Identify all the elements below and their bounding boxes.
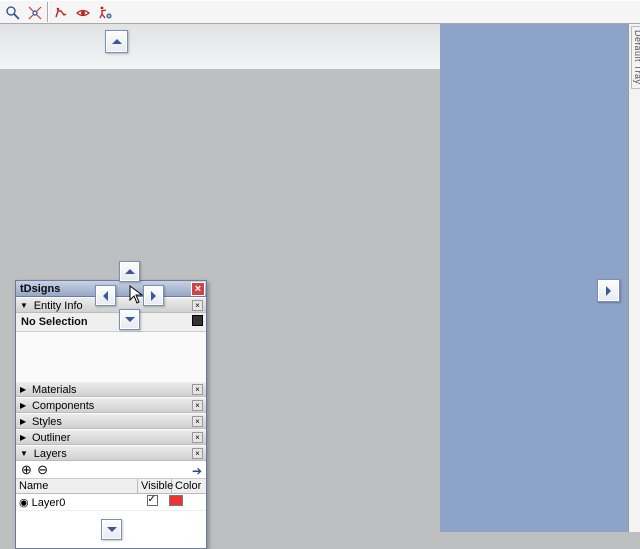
pin-icon[interactable]: [192, 315, 203, 326]
col-name[interactable]: Name: [16, 479, 138, 493]
entity-info-body: No Selection: [16, 313, 206, 381]
panel-close-button[interactable]: ×: [191, 282, 205, 296]
default-tray-tab[interactable]: Default Tray: [631, 26, 640, 89]
close-icon: ×: [195, 284, 201, 294]
layer-color-cell[interactable]: [169, 495, 203, 509]
look-around-icon: [75, 5, 91, 21]
dock-indicator-right[interactable]: [597, 279, 620, 302]
walk-tool[interactable]: [50, 2, 72, 24]
chevron-up-icon: [125, 269, 135, 274]
dock-cluster-up[interactable]: [119, 261, 140, 282]
look-around-tool[interactable]: [72, 2, 94, 24]
dock-indicator-top[interactable]: [105, 30, 128, 53]
zoom-icon: [5, 5, 21, 21]
entity-info-no-selection: No Selection: [16, 313, 206, 332]
panel-title-text: tDsigns: [20, 283, 60, 295]
layer-visible-cell[interactable]: [135, 495, 169, 509]
position-camera-icon: [97, 5, 113, 21]
dock-indicator-bottom-spacer[interactable]: [101, 519, 122, 540]
section-entity-info-close[interactable]: ×: [192, 300, 203, 311]
chevron-right-icon: ▶: [20, 398, 26, 414]
section-styles-close[interactable]: ×: [192, 416, 203, 427]
layers-tools: ⊕ ⊖ ➔: [16, 461, 206, 479]
chevron-right-icon: [606, 286, 611, 296]
dock-cluster-left[interactable]: [95, 285, 116, 306]
chevron-right-icon: ▶: [20, 382, 26, 398]
section-components-label: Components: [32, 400, 94, 412]
section-styles-header[interactable]: ▶ Styles ×: [16, 413, 206, 429]
col-color[interactable]: Color: [172, 479, 206, 493]
zoom-extents-tool[interactable]: [24, 2, 46, 24]
section-materials-header[interactable]: ▶ Materials ×: [16, 381, 206, 397]
zoom-extents-icon: [27, 5, 43, 21]
section-styles-label: Styles: [32, 416, 62, 428]
chevron-down-icon: [107, 527, 117, 532]
layers-menu-button[interactable]: ➔: [192, 464, 202, 478]
section-materials-close[interactable]: ×: [192, 384, 203, 395]
col-visible[interactable]: Visible: [138, 479, 172, 493]
toolbar: [0, 0, 640, 24]
chevron-right-icon: [151, 291, 156, 301]
active-layer-radio[interactable]: ◉: [19, 497, 29, 509]
zoom-tool[interactable]: [2, 2, 24, 24]
section-components-header[interactable]: ▶ Components ×: [16, 397, 206, 413]
floating-panel[interactable]: tDsigns × ▼ Entity Info × No Selection ▶…: [15, 280, 207, 549]
remove-layer-button[interactable]: ⊖: [36, 463, 49, 476]
section-outliner-label: Outliner: [32, 432, 71, 444]
checkbox-icon: [147, 495, 158, 506]
chevron-down-icon: ▼: [20, 298, 28, 314]
section-materials-label: Materials: [32, 384, 77, 396]
chevron-left-icon: [103, 291, 108, 301]
chevron-right-icon: ▶: [20, 414, 26, 430]
section-layers-header[interactable]: ▼ Layers ×: [16, 445, 206, 461]
chevron-down-icon: ▼: [20, 446, 28, 462]
section-components-close[interactable]: ×: [192, 400, 203, 411]
right-tray-strip: Default Tray: [628, 24, 640, 532]
dock-cluster-down[interactable]: [119, 309, 140, 330]
walk-icon: [53, 5, 69, 21]
toolbar-separator: [47, 2, 49, 22]
section-layers-label: Layers: [34, 448, 67, 460]
no-selection-text: No Selection: [21, 316, 88, 328]
chevron-down-icon: [125, 317, 135, 322]
panel-trailer: [16, 510, 206, 548]
chevron-up-icon: [112, 39, 122, 44]
layers-body: ⊕ ⊖ ➔ Name Visible Color ◉ Layer0: [16, 461, 206, 548]
section-outliner-header[interactable]: ▶ Outliner ×: [16, 429, 206, 445]
section-layers-close[interactable]: ×: [192, 448, 203, 459]
section-outliner-close[interactable]: ×: [192, 432, 203, 443]
layers-column-headers: Name Visible Color: [16, 479, 206, 494]
layer-name-text: Layer0: [32, 497, 66, 509]
layer-name-cell: ◉ Layer0: [19, 496, 135, 509]
chevron-right-icon: ▶: [20, 430, 26, 446]
dock-cluster-right[interactable]: [143, 285, 164, 306]
position-camera-tool[interactable]: [94, 2, 116, 24]
color-swatch: [169, 495, 183, 506]
add-layer-button[interactable]: ⊕: [20, 463, 33, 476]
layer-row[interactable]: ◉ Layer0: [16, 494, 206, 510]
section-entity-info-label: Entity Info: [34, 300, 83, 312]
dock-preview-zone: [440, 24, 628, 532]
